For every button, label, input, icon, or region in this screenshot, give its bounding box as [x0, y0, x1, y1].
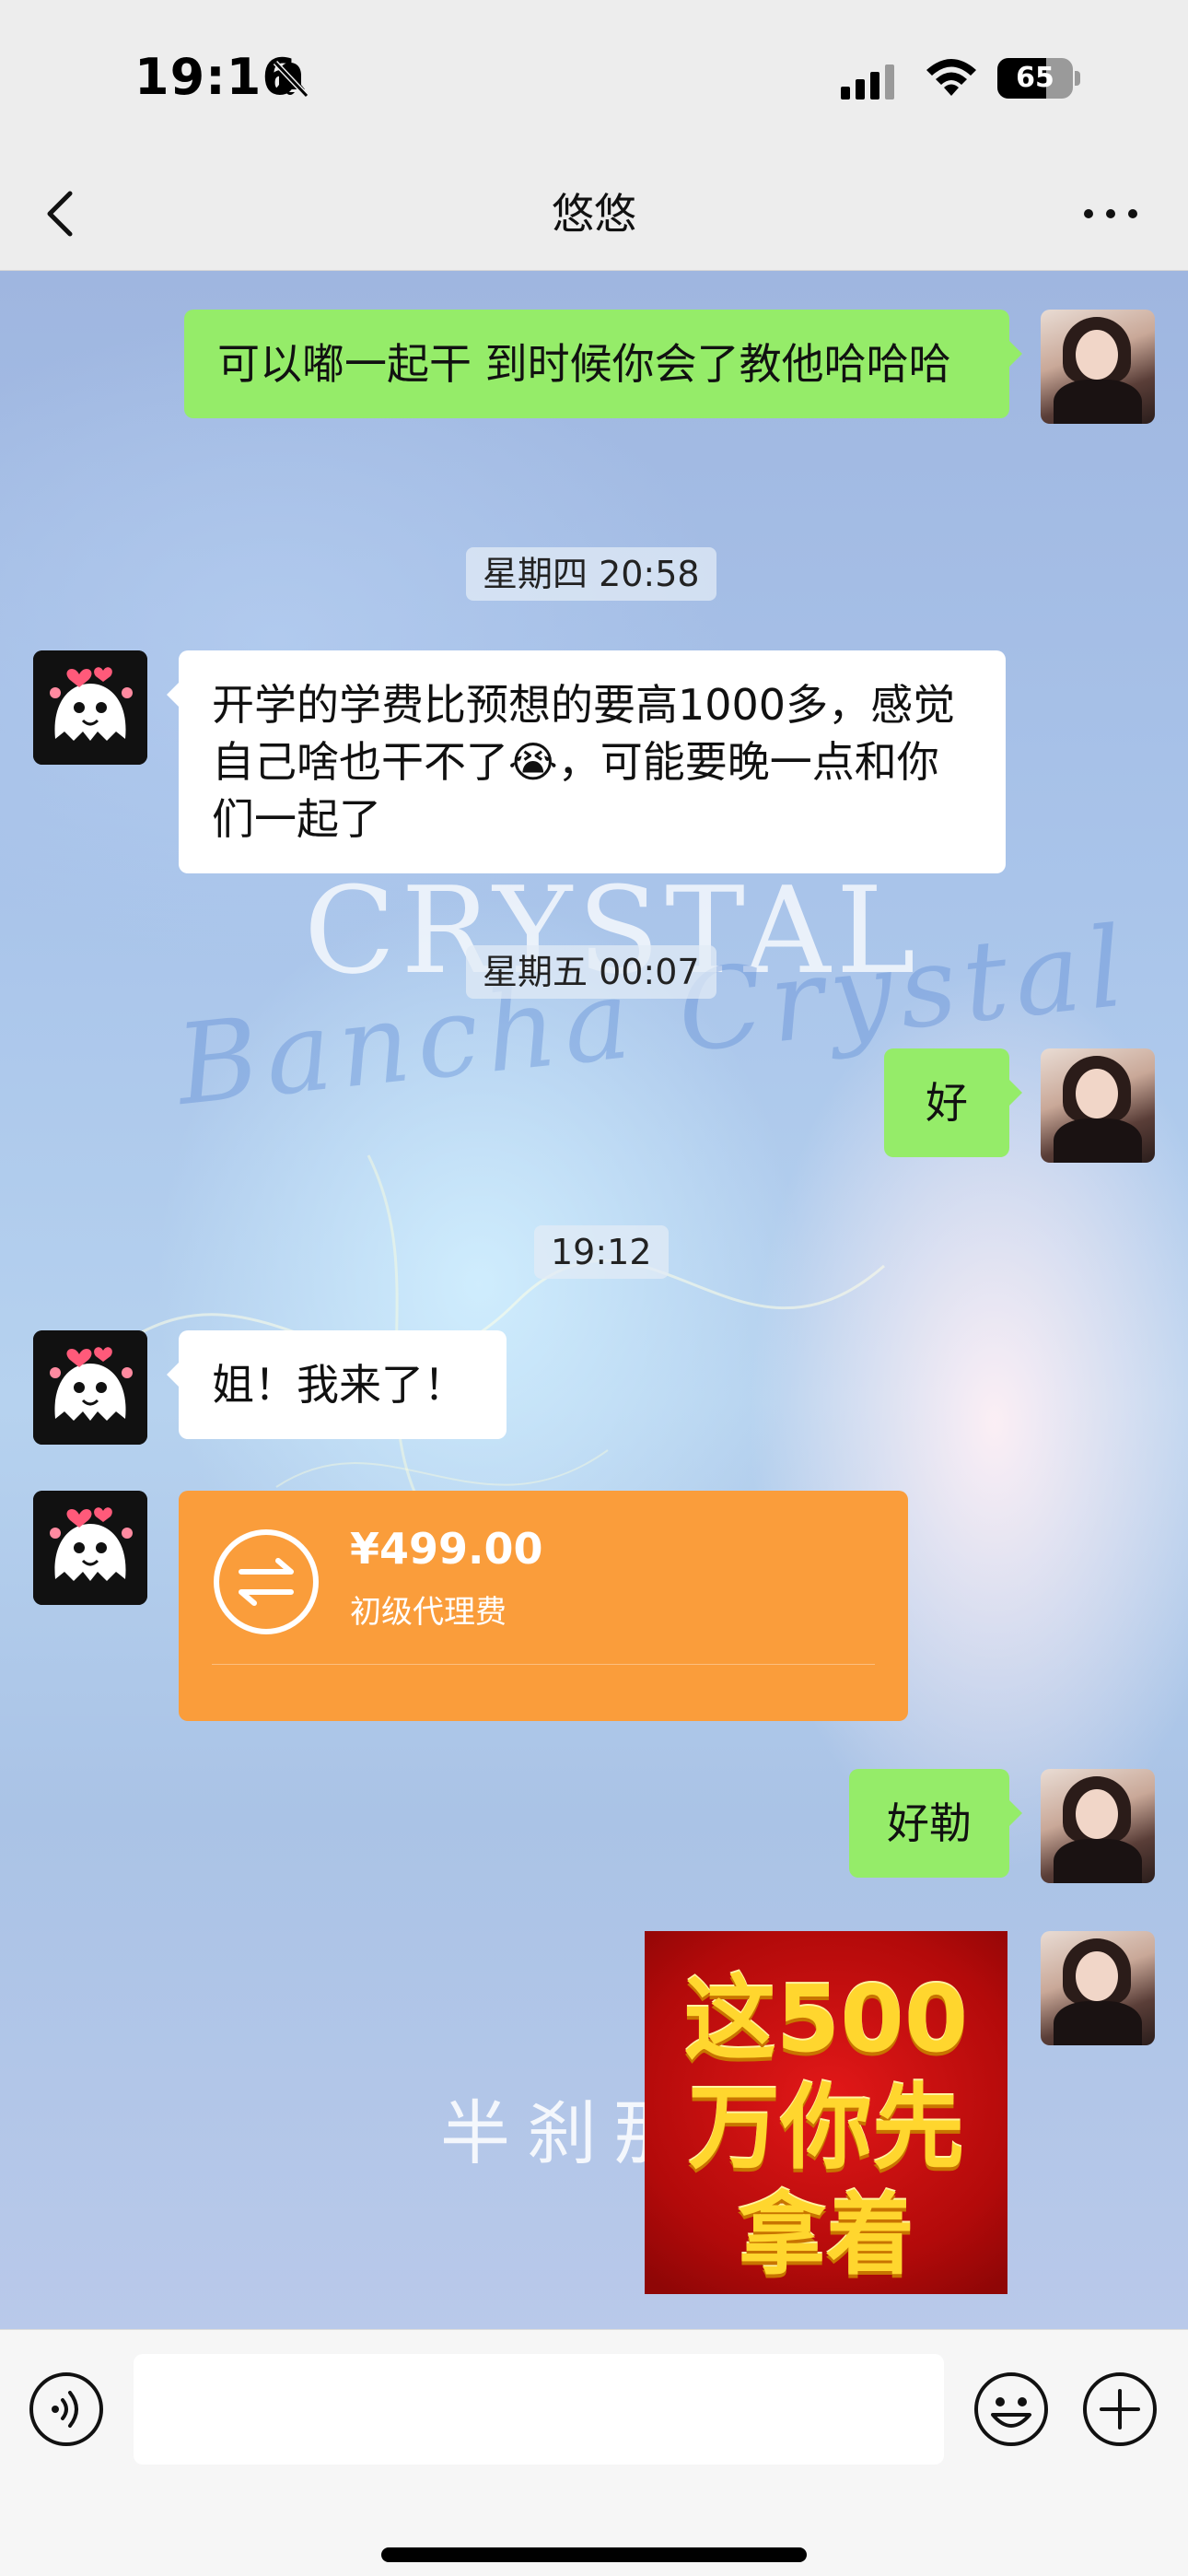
timestamp: 星期四 20:58	[466, 547, 716, 601]
timestamp: 19:12	[534, 1225, 669, 1279]
self-avatar[interactable]	[1041, 1048, 1155, 1163]
more-icon[interactable]	[1077, 193, 1144, 234]
message-bubble-self[interactable]: 好勒	[849, 1769, 1009, 1878]
signal-icon	[841, 64, 894, 100]
peer-avatar[interactable]	[33, 1491, 147, 1605]
message-bubble-self[interactable]: 可以嘟一起干 到时候你会了教他哈哈哈	[184, 310, 1009, 418]
self-avatar[interactable]	[1041, 1931, 1155, 2045]
transfer-amount: ¥499.00	[350, 1524, 543, 1574]
home-indicator	[381, 2547, 807, 2562]
chat-title: 悠悠	[552, 189, 636, 239]
status-bar: 19:16 65	[0, 0, 1188, 157]
ghost-sticker-icon	[33, 1491, 147, 1605]
nav-bar: 悠悠	[0, 157, 1188, 271]
wifi-icon	[926, 59, 976, 96]
ghost-sticker-icon	[33, 1330, 147, 1445]
message-text: 姐！我来了！	[212, 1360, 466, 1410]
ghost-sticker-icon	[33, 650, 147, 765]
transfer-divider	[212, 1664, 875, 1665]
battery-indicator: 65	[997, 58, 1080, 99]
message-text: 好	[926, 1078, 968, 1128]
timestamp: 星期五 00:07	[466, 945, 716, 999]
voice-input-button[interactable]	[28, 2371, 105, 2448]
transfer-note: 初级代理费	[350, 1594, 507, 1631]
message-input[interactable]	[134, 2354, 944, 2465]
plus-button[interactable]	[1081, 2371, 1159, 2448]
message-bubble-self[interactable]: 好	[884, 1048, 1009, 1157]
sticker-message[interactable]: 这500 万你先 拿着	[645, 1931, 1007, 2294]
transfer-icon	[214, 1529, 319, 1634]
self-avatar[interactable]	[1041, 310, 1155, 424]
self-avatar[interactable]	[1041, 1769, 1155, 1883]
input-bar	[0, 2329, 1188, 2576]
transfer-card[interactable]: ¥499.00 初级代理费	[179, 1491, 908, 1721]
message-text: 好勒	[887, 1798, 972, 1848]
message-bubble-peer[interactable]: 姐！我来了！	[179, 1330, 507, 1439]
message-text: 开学的学费比预想的要高1000多，感觉自己啥也干不了😭，可能要晚一点和你们一起了	[212, 680, 956, 844]
message-text: 可以嘟一起干 到时候你会了教他哈哈哈	[217, 339, 951, 389]
message-bubble-peer[interactable]: 开学的学费比预想的要高1000多，感觉自己啥也干不了😭，可能要晚一点和你们一起了	[179, 650, 1006, 873]
emoji-button[interactable]	[973, 2371, 1050, 2448]
peer-avatar[interactable]	[33, 1330, 147, 1445]
bell-muted-icon	[273, 60, 309, 99]
battery-text: 65	[1016, 62, 1054, 94]
sticker-text-line: 拿着	[738, 2184, 914, 2287]
chat-area[interactable]: CRYSTAL Bancha Crystal 半刹那 可以嘟一起干 到时候你会了…	[0, 271, 1188, 2329]
peer-avatar[interactable]	[33, 650, 147, 765]
